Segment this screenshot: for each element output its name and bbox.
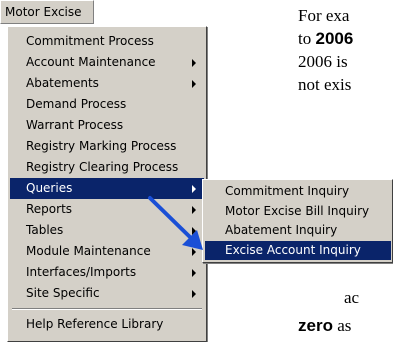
menu-item-label: Account Maintenance (26, 55, 156, 69)
menu-item-label: Interfaces/Imports (26, 265, 137, 279)
menu-item-reports[interactable]: Reports (10, 199, 204, 220)
menu-item-site-specific[interactable]: Site Specific (10, 283, 204, 304)
submenu-item-commitment-inquiry[interactable]: Commitment Inquiry (205, 182, 391, 202)
menu-item-label: Reports (26, 202, 73, 216)
menu-item-warrant-process[interactable]: Warrant Process (10, 115, 204, 136)
menu-item-label: Abatements (26, 76, 99, 90)
document-text-line-6-bold: zero (298, 316, 333, 335)
motor-excise-menu: Commitment Process Account Maintenance A… (7, 26, 207, 342)
menu-item-label: Motor Excise Bill Inquiry (225, 203, 370, 218)
menu-item-label: Queries (26, 181, 73, 195)
submenu-arrow-icon (192, 79, 196, 88)
menu-item-label: Module Maintenance (26, 244, 151, 258)
menu-item-help-reference-library[interactable]: Help Reference Library (10, 314, 204, 335)
menu-item-account-maintenance[interactable]: Account Maintenance (10, 52, 204, 73)
menu-item-label: Commitment Inquiry (225, 184, 350, 198)
submenu-item-motor-excise-bill-inquiry[interactable]: Motor Excise Bill Inquiry (205, 202, 391, 222)
submenu-arrow-icon (192, 58, 196, 67)
menu-item-queries[interactable]: Queries (10, 178, 204, 199)
menu-item-label: Registry Clearing Process (26, 160, 179, 174)
submenu-arrow-icon (192, 289, 196, 298)
document-text-line-3: 2006 is (298, 52, 348, 71)
menu-item-tables[interactable]: Tables (10, 220, 204, 241)
menubar-motor-excise[interactable]: Motor Excise (0, 0, 94, 24)
menu-item-label: Warrant Process (26, 118, 124, 132)
menu-item-registry-clearing-process[interactable]: Registry Clearing Process (10, 157, 204, 178)
menu-item-label: Tables (26, 223, 64, 237)
document-text-line-2: to 2006 (298, 29, 353, 49)
submenu-arrow-icon (192, 226, 196, 235)
menu-item-label: Commitment Process (26, 34, 154, 48)
menu-item-interfaces-imports[interactable]: Interfaces/Imports (10, 262, 204, 283)
queries-submenu: Commitment Inquiry Motor Excise Bill Inq… (202, 179, 393, 263)
document-text-line-4: not exis (298, 75, 352, 94)
submenu-item-excise-account-inquiry[interactable]: Excise Account Inquiry (205, 240, 391, 260)
submenu-arrow-icon (192, 205, 196, 214)
queries-submenu-items: Commitment Inquiry Motor Excise Bill Inq… (205, 182, 391, 260)
document-text-line-6-suffix: as (332, 316, 352, 335)
submenu-arrow-icon (192, 247, 196, 256)
document-text-line-1: For exa (298, 6, 350, 25)
menu-item-label: Site Specific (26, 286, 100, 300)
menu-item-abatements[interactable]: Abatements (10, 73, 204, 94)
menu-item-label: Help Reference Library (26, 317, 164, 331)
document-text-line-2-prefix: to (298, 29, 316, 48)
menu-item-label: Registry Marking Process (26, 139, 177, 153)
submenu-arrow-icon (192, 268, 196, 277)
menu-item-label: Excise Account Inquiry (225, 242, 361, 257)
document-text-line-2-bold: 2006 (315, 29, 354, 48)
document-text-line-5: ac (344, 288, 360, 307)
menu-item-module-maintenance[interactable]: Module Maintenance (10, 241, 204, 262)
menu-separator (12, 308, 202, 310)
menu-item-registry-marking-process[interactable]: Registry Marking Process (10, 136, 204, 157)
motor-excise-menu-items: Commitment Process Account Maintenance A… (10, 31, 204, 335)
menu-item-label: Demand Process (26, 97, 127, 111)
menu-item-demand-process[interactable]: Demand Process (10, 94, 204, 115)
document-text-line-6: zero as (298, 316, 351, 336)
submenu-arrow-icon (192, 184, 196, 193)
menu-item-label: Abatement Inquiry (225, 223, 338, 237)
menu-item-commitment-process[interactable]: Commitment Process (10, 31, 204, 52)
submenu-item-abatement-inquiry[interactable]: Abatement Inquiry (205, 221, 391, 241)
